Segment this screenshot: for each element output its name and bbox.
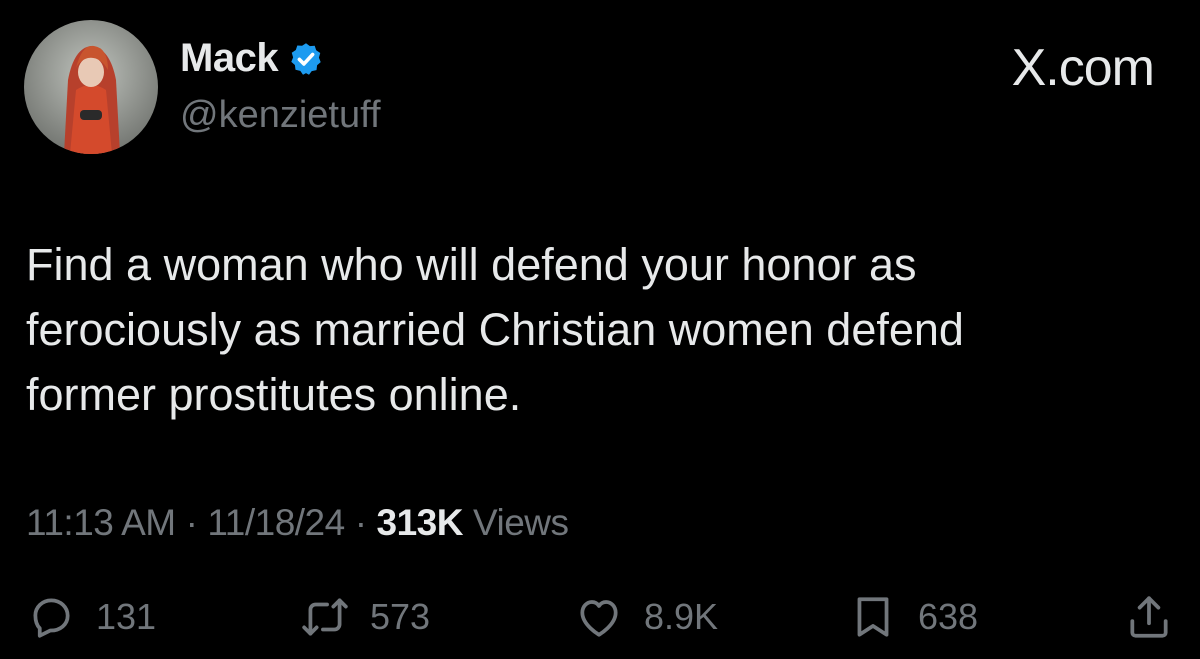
avatar[interactable] <box>24 20 158 154</box>
tweet-text: Find a woman who will defend your honor … <box>26 232 1146 427</box>
bookmark-icon <box>857 597 889 637</box>
tweet-text-line: former prostitutes online. <box>26 369 522 420</box>
heart-icon <box>580 600 618 637</box>
views-count: 313K <box>376 502 464 543</box>
tweet-date[interactable]: 11/18/24 <box>207 502 345 544</box>
repost-icon <box>302 598 348 636</box>
tweet-text-line: Find a woman who will defend your honor … <box>26 239 917 290</box>
repost-count: 573 <box>370 596 431 637</box>
share-button[interactable] <box>1124 592 1174 642</box>
views-label: Views <box>472 502 569 543</box>
reply-count: 131 <box>96 596 157 637</box>
repost-button[interactable]: 573 <box>300 592 430 642</box>
bookmark-count: 638 <box>918 596 979 637</box>
reply-button[interactable]: 131 <box>26 592 156 642</box>
action-bar: 131 573 8.9K 638 <box>0 592 1200 652</box>
reply-icon <box>33 598 70 638</box>
brand-watermark: X.com <box>1011 39 1155 97</box>
share-icon <box>1130 596 1168 638</box>
avatar-image <box>64 45 120 154</box>
display-name[interactable]: Mack <box>180 36 279 81</box>
like-button[interactable]: 8.9K <box>574 592 718 642</box>
like-count: 8.9K <box>644 596 719 637</box>
bookmark-button[interactable]: 638 <box>848 592 978 642</box>
author-handle[interactable]: @kenzietuff <box>180 94 381 137</box>
author-name-row[interactable]: Mack <box>180 36 324 81</box>
verified-badge-icon <box>291 42 321 75</box>
tweet-meta: 11:13 AM · 11/18/24 · 313K Views <box>26 502 569 544</box>
tweet-text-line: ferociously as married Christian women d… <box>26 304 964 355</box>
meta-separator: · <box>185 502 198 543</box>
meta-separator: · <box>354 502 367 543</box>
tweet-time[interactable]: 11:13 AM <box>26 502 176 544</box>
